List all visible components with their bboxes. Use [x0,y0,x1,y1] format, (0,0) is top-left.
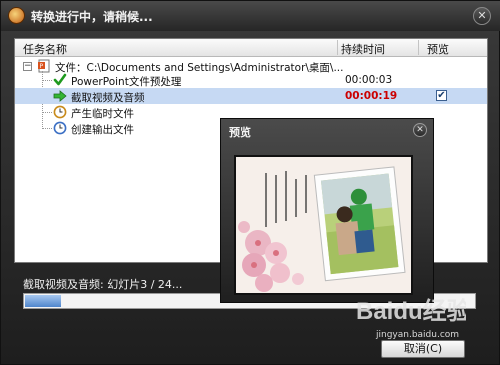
green-check-icon [53,73,67,86]
progress-fill [25,295,61,307]
task-label: 创建输出文件 [71,124,134,136]
app-logo-icon [8,7,25,24]
task-label: 产生临时文件 [71,108,134,120]
conversion-dialog: 转换进行中，请稍候... ✕ 任务名称 持续时间 预览 − P 文件：C:\Do… [0,0,500,365]
clock-icon [53,105,67,119]
task-label: PowerPoint文件预处理 [71,76,182,88]
preview-window: 预览 ✕ [220,118,434,303]
column-header-duration[interactable]: 持续时间 [341,41,385,57]
slide-thumbnail [236,157,411,293]
svg-text:P: P [40,63,44,70]
task-duration: 00:00:19 [345,90,398,102]
collapse-toggle[interactable]: − [23,62,32,71]
task-list-header: 任务名称 持续时间 预览 [15,39,487,57]
column-header-preview[interactable]: 预览 [427,41,449,57]
cancel-button[interactable]: 取消(C) [381,340,465,358]
baidu-watermark-logo: Baidu经验 [356,297,466,325]
powerpoint-file-icon: P [38,59,50,73]
task-duration: 00:00:03 [345,74,393,86]
preview-checkbox[interactable]: ✔ [436,90,447,101]
status-text: 截取视频及音频: 幻灯片3 / 24... [23,278,183,291]
column-separator[interactable] [337,40,338,55]
column-header-task-name[interactable]: 任务名称 [23,41,67,57]
watermark-brand: Baidu经验 [356,297,466,325]
preview-title: 预览 [229,126,251,139]
task-row-preprocess[interactable]: PowerPoint文件预处理 00:00:03 [15,72,487,88]
task-row-capture[interactable]: 截取视频及音频 00:00:19 ✔ [15,88,487,104]
column-separator[interactable] [418,40,419,55]
preview-close-button[interactable]: ✕ [413,123,427,137]
window-title: 转换进行中，请稍候... [31,10,153,24]
title-bar: 转换进行中，请稍候... ✕ [1,1,500,31]
task-label: 截取视频及音频 [71,92,145,104]
watermark-url: jingyan.baidu.com [376,330,460,340]
green-arrow-icon [53,90,67,102]
family-photo [313,166,406,282]
slide-preview-image [234,155,413,295]
window-close-button[interactable]: ✕ [473,7,491,25]
clock-icon [53,121,67,135]
